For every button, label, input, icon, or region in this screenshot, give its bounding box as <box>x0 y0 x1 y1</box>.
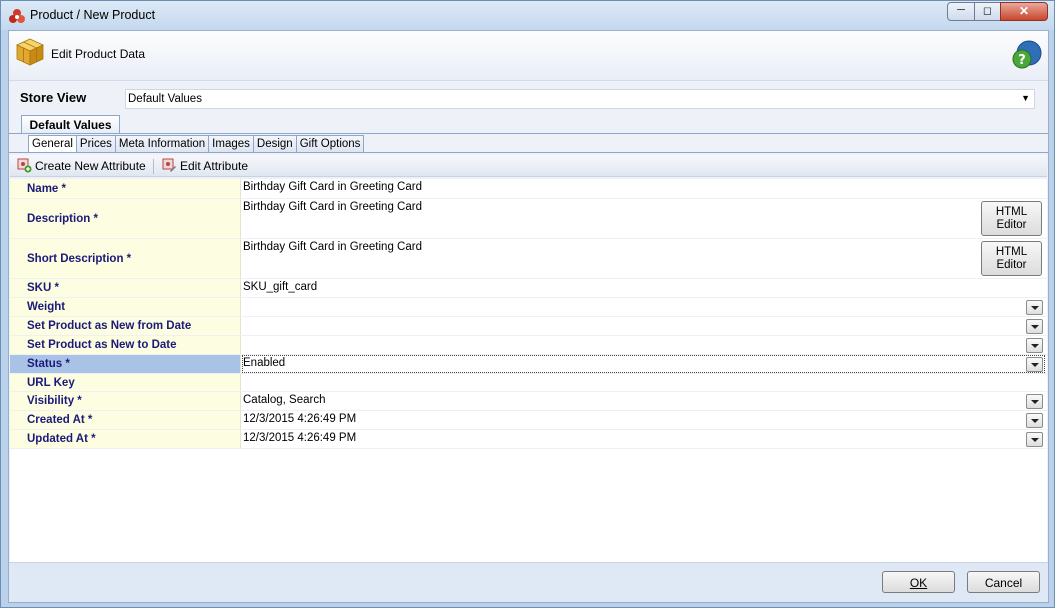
html-editor-button[interactable]: HTML Editor <box>981 201 1042 236</box>
attribute-label: Set Product as New to Date <box>10 336 241 354</box>
tab-meta-information[interactable]: Meta Information <box>115 135 210 153</box>
attribute-value[interactable]: Catalog, Search <box>243 394 325 406</box>
attribute-row-updated-at[interactable]: Updated At * 12/3/2015 4:26:49 PM <box>10 430 1047 449</box>
attribute-label: Description * <box>10 199 241 238</box>
attribute-value[interactable]: 12/3/2015 4:26:49 PM <box>243 432 356 444</box>
attribute-value[interactable]: 12/3/2015 4:26:49 PM <box>243 413 356 425</box>
tab-prices[interactable]: Prices <box>76 135 116 153</box>
attribute-label: Set Product as New from Date <box>10 317 241 335</box>
html-editor-label-line2: Editor <box>996 219 1027 231</box>
attribute-value[interactable]: Birthday Gift Card in Greeting Card <box>243 181 422 193</box>
tab-default-values[interactable]: Default Values <box>21 115 120 134</box>
divider <box>9 152 1048 153</box>
focus-outline <box>242 355 1045 373</box>
maximize-icon: ◻ <box>982 5 993 17</box>
store-view-label: Store View <box>20 90 87 105</box>
chevron-down-icon <box>1031 344 1039 348</box>
attribute-label: URL Key <box>10 374 241 391</box>
attribute-label: SKU * <box>10 279 241 297</box>
attribute-grid: Name * Birthday Gift Card in Greeting Ca… <box>10 179 1047 574</box>
tab-strip: General Prices Meta Information Images D… <box>28 135 365 153</box>
tab-images[interactable]: Images <box>209 135 254 153</box>
title-bar: Product / New Product ─ ◻ ✕ <box>1 1 1054 30</box>
minimize-icon: ─ <box>957 4 965 16</box>
attribute-row-url-key[interactable]: URL Key <box>10 374 1047 392</box>
chevron-down-icon: ▼ <box>1021 93 1030 103</box>
create-attribute-button[interactable]: Create New Attribute <box>16 157 148 175</box>
tab-general[interactable]: General <box>28 135 77 153</box>
attribute-label: Name * <box>10 179 241 198</box>
attribute-value[interactable]: Enabled <box>243 357 285 369</box>
html-editor-button[interactable]: HTML Editor <box>981 241 1042 276</box>
header-title: Edit Product Data <box>51 47 146 61</box>
header: Edit Product Data ? <box>9 31 1048 81</box>
dropdown-button[interactable] <box>1026 300 1043 315</box>
toolbar: Create New Attribute Edit Attribute <box>10 155 1047 177</box>
chevron-down-icon <box>1031 363 1039 367</box>
ok-label: OK <box>909 576 928 590</box>
dialog-client: Edit Product Data ? Store View Default V… <box>8 30 1049 603</box>
attribute-label: Created At * <box>10 411 241 429</box>
minimize-button[interactable]: ─ <box>947 2 975 21</box>
html-editor-label-line1: HTML <box>995 246 1028 258</box>
attribute-row-description[interactable]: Description * Birthday Gift Card in Gree… <box>10 199 1047 239</box>
chevron-down-icon <box>1031 325 1039 329</box>
edit-attribute-button[interactable]: Edit Attribute <box>161 157 256 175</box>
tab-gift-options[interactable]: Gift Options <box>296 135 365 153</box>
close-icon: ✕ <box>1018 4 1030 18</box>
store-view-select[interactable]: Default Values ▼ <box>125 89 1035 109</box>
product-box-icon <box>16 38 44 66</box>
dropdown-button[interactable] <box>1026 319 1043 334</box>
attribute-row-visibility[interactable]: Visibility * Catalog, Search <box>10 392 1047 411</box>
add-attribute-icon <box>17 158 32 173</box>
chevron-down-icon <box>1031 419 1039 423</box>
app-logo-icon <box>9 9 25 23</box>
store-view-value: Default Values <box>128 93 202 105</box>
attribute-label: Status * <box>10 355 241 373</box>
toolbar-separator <box>153 159 154 174</box>
attribute-value[interactable]: SKU_gift_card <box>243 281 317 293</box>
attribute-label: Visibility * <box>10 392 241 410</box>
attribute-row-sku[interactable]: SKU * SKU_gift_card <box>10 279 1047 298</box>
attribute-label: Updated At * <box>10 430 241 448</box>
window-title: Product / New Product <box>30 8 156 22</box>
ok-button[interactable]: OK <box>882 571 955 593</box>
attribute-value[interactable]: Birthday Gift Card in Greeting Card <box>243 241 422 253</box>
dropdown-button[interactable] <box>1026 357 1043 372</box>
help-icon[interactable]: ? <box>1011 39 1043 71</box>
tab-design[interactable]: Design <box>253 135 297 153</box>
window: Product / New Product ─ ◻ ✕ Edit Product… <box>0 0 1055 608</box>
attribute-row-new-to-date[interactable]: Set Product as New to Date <box>10 336 1047 355</box>
html-editor-label-line1: HTML <box>995 206 1028 218</box>
edit-attribute-label: Edit Attribute <box>180 159 249 173</box>
attribute-value[interactable]: Birthday Gift Card in Greeting Card <box>243 201 422 213</box>
chevron-down-icon <box>1031 400 1039 404</box>
chevron-down-icon <box>1031 438 1039 442</box>
attribute-row-created-at[interactable]: Created At * 12/3/2015 4:26:49 PM <box>10 411 1047 430</box>
cancel-button[interactable]: Cancel <box>967 571 1040 593</box>
attribute-row-status[interactable]: Status * Enabled <box>10 355 1047 374</box>
attribute-row-new-from-date[interactable]: Set Product as New from Date <box>10 317 1047 336</box>
dropdown-button[interactable] <box>1026 432 1043 447</box>
attribute-row-short-description[interactable]: Short Description * Birthday Gift Card i… <box>10 239 1047 279</box>
attribute-row-weight[interactable]: Weight <box>10 298 1047 317</box>
html-editor-label-line2: Editor <box>996 259 1027 271</box>
cancel-label: Cancel <box>984 576 1023 590</box>
divider <box>9 133 1048 134</box>
dropdown-button[interactable] <box>1026 338 1043 353</box>
dropdown-button[interactable] <box>1026 413 1043 428</box>
close-button[interactable]: ✕ <box>1000 2 1048 21</box>
attribute-row-name[interactable]: Name * Birthday Gift Card in Greeting Ca… <box>10 179 1047 199</box>
dropdown-button[interactable] <box>1026 394 1043 409</box>
edit-attribute-icon <box>162 158 176 172</box>
attribute-label: Weight <box>10 298 241 316</box>
create-attribute-label: Create New Attribute <box>35 159 146 173</box>
dialog-footer: OK Cancel <box>9 562 1048 602</box>
maximize-button[interactable]: ◻ <box>974 2 1001 21</box>
attribute-label: Short Description * <box>10 239 241 278</box>
chevron-down-icon <box>1031 306 1039 310</box>
svg-text:?: ? <box>1018 53 1026 68</box>
